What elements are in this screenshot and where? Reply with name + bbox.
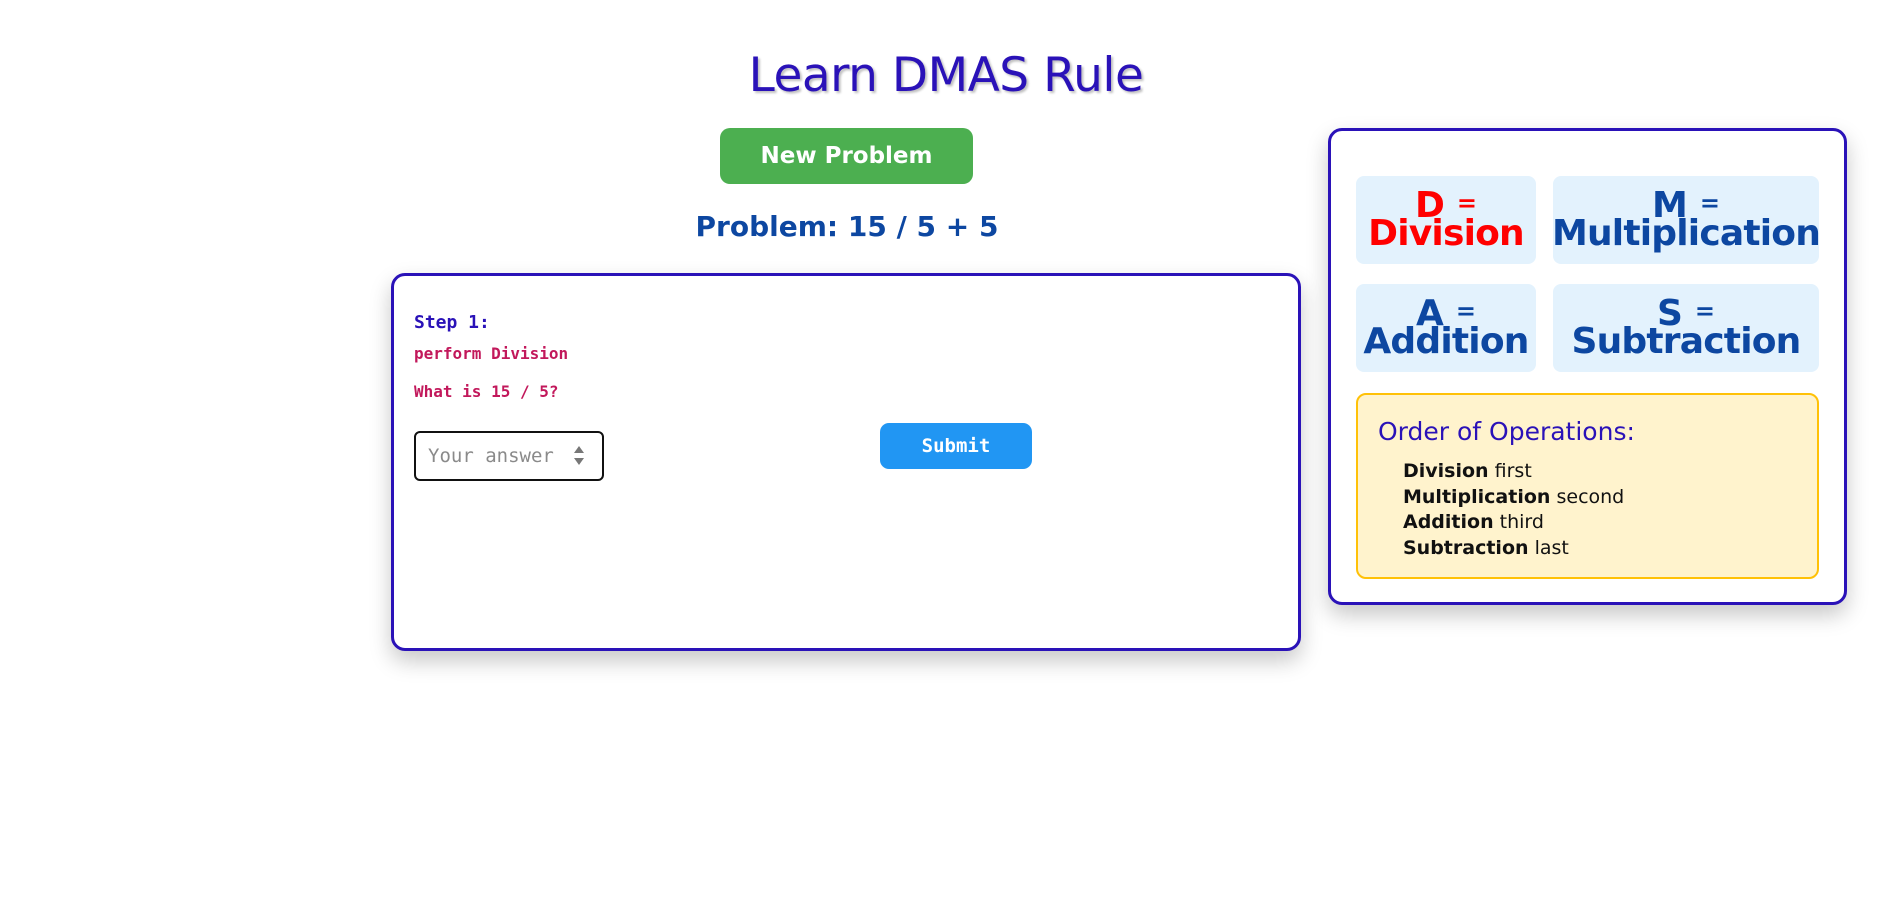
- order-rank: last: [1534, 536, 1569, 559]
- rule-card-division: D = Division: [1356, 176, 1536, 264]
- rule-word: Addition: [1363, 321, 1529, 362]
- page-title: Learn DMAS Rule: [748, 48, 1144, 103]
- answer-field[interactable]: [414, 431, 604, 481]
- rule-word: Division: [1368, 213, 1525, 254]
- step-panel: Step 1: perform Division What is 15 / 5?…: [391, 273, 1301, 651]
- number-spinner[interactable]: [574, 446, 584, 466]
- list-item: Multiplication second: [1403, 485, 1624, 511]
- new-problem-button[interactable]: New Problem: [720, 128, 973, 184]
- order-rank: second: [1556, 485, 1625, 508]
- rule-card-multiplication: M = Multiplication: [1553, 176, 1819, 264]
- list-item: Addition third: [1403, 510, 1624, 536]
- order-op: Addition: [1403, 511, 1494, 533]
- order-of-operations-box: Order of Operations: Division first Mult…: [1356, 393, 1819, 579]
- order-title: Order of Operations:: [1378, 417, 1635, 446]
- step-title: Step 1:: [414, 312, 490, 333]
- answer-input[interactable]: [428, 433, 568, 479]
- list-item: Subtraction last: [1403, 536, 1624, 562]
- rule-card-addition: A = Addition: [1356, 284, 1536, 372]
- order-rank: first: [1494, 460, 1532, 482]
- rule-word: Multiplication: [1553, 213, 1819, 254]
- rule-word: Subtraction: [1571, 321, 1801, 362]
- order-op: Multiplication: [1403, 485, 1551, 508]
- step-instruction: perform Division: [414, 344, 569, 363]
- dmas-rule-panel: D = Division M = Multiplication A = Additio…: [1328, 128, 1847, 605]
- list-item: Division first: [1403, 459, 1624, 485]
- order-rank: third: [1499, 511, 1544, 533]
- spinner-down-icon[interactable]: [574, 458, 584, 465]
- spinner-up-icon[interactable]: [574, 446, 584, 453]
- rule-card-subtraction: S = Subtraction: [1553, 284, 1819, 372]
- submit-button[interactable]: Submit: [880, 423, 1032, 469]
- step-question: What is 15 / 5?: [414, 382, 559, 401]
- order-op: Division: [1403, 460, 1489, 482]
- order-op: Subtraction: [1403, 536, 1529, 559]
- order-list: Division first Multiplication second Add…: [1403, 459, 1624, 561]
